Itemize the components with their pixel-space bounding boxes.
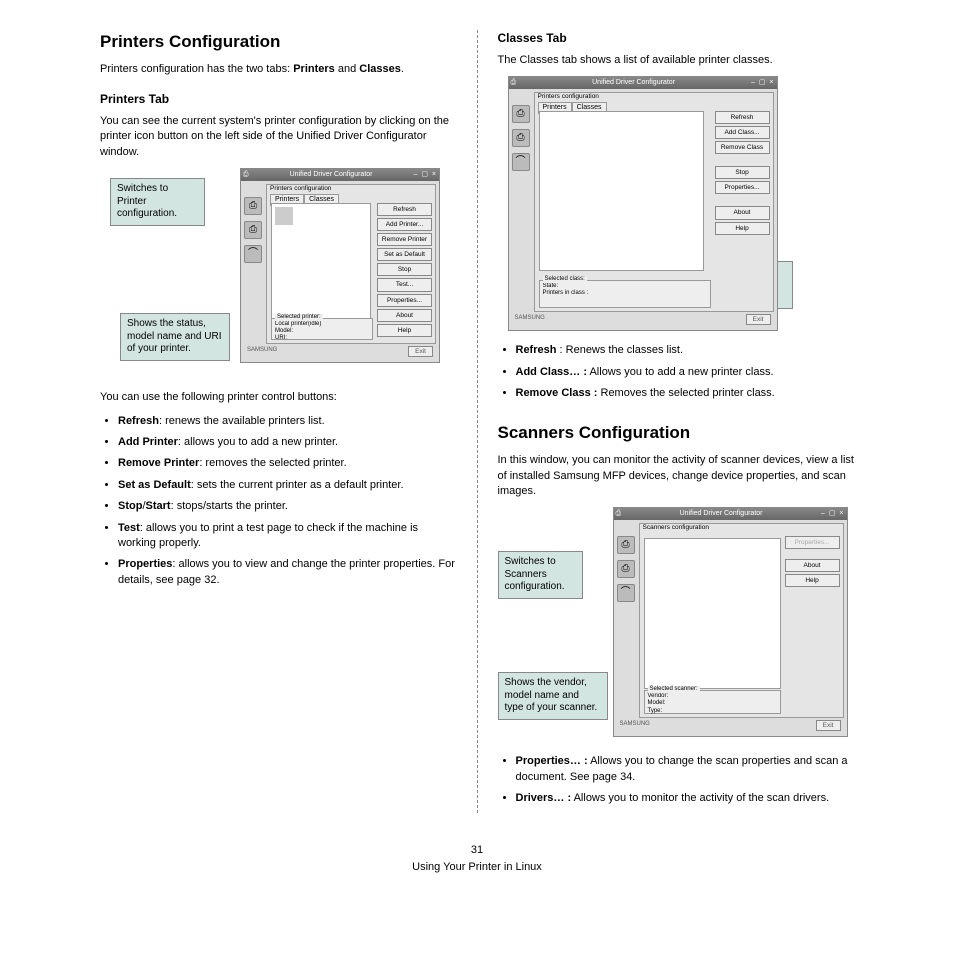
heading-scanners-config: Scanners Configuration — [498, 421, 855, 445]
appicon: ⎙ — [616, 509, 622, 519]
printers-list[interactable] — [271, 203, 371, 323]
btn-set-default[interactable]: Set as Default — [377, 248, 432, 261]
btn-refresh[interactable]: Refresh — [715, 111, 770, 124]
figure-classes-tab: Shows all of the printer classes. Shows … — [498, 76, 855, 331]
scanners-desc: In this window, you can monitor the acti… — [498, 453, 855, 499]
window-controls[interactable]: – ▢ × — [821, 509, 844, 519]
list-item: Test: allows you to print a test page to… — [118, 521, 457, 552]
btn-stop[interactable]: Stop — [377, 263, 432, 276]
intro-para: Printers configuration has the two tabs:… — [100, 62, 457, 77]
scanners-controls-list: Properties… : Allows you to change the s… — [498, 754, 855, 806]
printer-icon[interactable]: ⎙ — [617, 536, 635, 554]
list-item: Properties: allows you to view and chang… — [118, 557, 457, 588]
page-number: 31 — [100, 843, 854, 858]
page-footer: 31 Using Your Printer in Linux — [100, 843, 854, 876]
appicon: ⎙ — [243, 170, 249, 180]
window-controls[interactable]: – ▢ × — [751, 78, 774, 88]
btn-help[interactable]: Help — [785, 574, 840, 587]
classes-icon[interactable]: ⎙ — [512, 129, 530, 147]
brand-logo: SAMSUNG — [247, 346, 277, 357]
btn-about[interactable]: About — [785, 559, 840, 572]
btn-exit[interactable]: Exit — [816, 720, 841, 731]
right-column: Classes Tab The Classes tab shows a list… — [498, 30, 855, 813]
btn-add-printer[interactable]: Add Printer... — [377, 218, 432, 231]
heading-classes-tab: Classes Tab — [498, 30, 855, 47]
title-text: Unified Driver Configurator — [290, 170, 373, 180]
printer-icon[interactable]: ⎙ — [512, 105, 530, 123]
title-text: Unified Driver Configurator — [592, 78, 675, 88]
figure-printers-tab: Switches to Printer configuration. Shows… — [100, 168, 457, 378]
btn-remove-printer[interactable]: Remove Printer — [377, 233, 432, 246]
printer-controls-intro: You can use the following printer contro… — [100, 390, 457, 405]
printers-tab-desc: You can see the current system's printer… — [100, 114, 457, 160]
list-item: Drivers… : Allows you to monitor the act… — [516, 791, 855, 806]
column-divider — [477, 30, 478, 813]
btn-exit[interactable]: Exit — [408, 346, 433, 357]
callout-switch-to-printer: Switches to Printer configuration. — [110, 178, 205, 226]
btn-properties[interactable]: Properties... — [785, 536, 840, 549]
heading-printers-config: Printers Configuration — [100, 30, 457, 54]
btn-remove-class[interactable]: Remove Class — [715, 141, 770, 154]
selected-printer-box: Selected printer: Local printer(idle) Mo… — [271, 318, 373, 340]
list-item: Add Printer: allows you to add a new pri… — [118, 435, 457, 450]
title-text: Unified Driver Configurator — [680, 509, 763, 519]
classes-icon[interactable]: ⎙ — [617, 560, 635, 578]
classes-icon[interactable]: ⎙ — [244, 221, 262, 239]
app-window-classes: ⎙ Unified Driver Configurator – ▢ × ⎙ ⎙ … — [508, 76, 778, 331]
chapter-name: Using Your Printer in Linux — [100, 860, 854, 875]
btn-exit[interactable]: Exit — [746, 314, 771, 325]
btn-test[interactable]: Test... — [377, 278, 432, 291]
figure-scanners: Switches to Scanners configuration. Show… — [498, 507, 855, 742]
window-controls[interactable]: – ▢ × — [414, 170, 437, 180]
group-label: Printers configuration — [270, 184, 331, 193]
titlebar: ⎙ Unified Driver Configurator – ▢ × — [614, 508, 847, 520]
appicon: ⎙ — [511, 78, 517, 88]
list-item: Refresh: renews the available printers l… — [118, 414, 457, 429]
btn-help[interactable]: Help — [377, 324, 432, 337]
printer-icon[interactable]: ⎙ — [244, 197, 262, 215]
left-column: Printers Configuration Printers configur… — [100, 30, 457, 813]
callout-status-model-uri: Shows the status, model name and URI of … — [120, 313, 230, 361]
classes-tab-desc: The Classes tab shows a list of availabl… — [498, 53, 855, 68]
selected-scanner-box: Selected scanner: Vendor: Model: Type: — [644, 690, 781, 714]
classes-controls-list: Refresh : Renews the classes list. Add C… — [498, 343, 855, 401]
btn-help[interactable]: Help — [715, 222, 770, 235]
btn-properties[interactable]: Properties... — [715, 181, 770, 194]
brand-logo: SAMSUNG — [620, 720, 650, 731]
callout-scanner-details: Shows the vendor, model name and type of… — [498, 672, 608, 720]
list-item: Refresh : Renews the classes list. — [516, 343, 855, 358]
btn-add-class[interactable]: Add Class... — [715, 126, 770, 139]
list-item: Remove Class : Removes the selected prin… — [516, 386, 855, 401]
list-item: Properties… : Allows you to change the s… — [516, 754, 855, 785]
group-label: Printers configuration — [538, 92, 599, 101]
app-window-scanners: ⎙ Unified Driver Configurator – ▢ × ⎙ ⎙ … — [613, 507, 848, 737]
heading-printers-tab: Printers Tab — [100, 91, 457, 108]
classes-list[interactable] — [539, 111, 704, 271]
titlebar: ⎙ Unified Driver Configurator – ▢ × — [509, 77, 777, 89]
app-window-printers: ⎙ Unified Driver Configurator – ▢ × ⎙ ⎙ … — [240, 168, 440, 363]
list-item: Stop/Start: stops/starts the printer. — [118, 499, 457, 514]
list-item: Set as Default: sets the current printer… — [118, 478, 457, 493]
list-item: Add Class… : Allows you to add a new pri… — [516, 365, 855, 380]
scanners-list[interactable] — [644, 538, 781, 689]
titlebar: ⎙ Unified Driver Configurator – ▢ × — [241, 169, 439, 181]
printer-controls-list: Refresh: renews the available printers l… — [100, 414, 457, 589]
scanner-icon[interactable]: ⌒ — [512, 153, 530, 171]
btn-stop[interactable]: Stop — [715, 166, 770, 179]
scanner-icon[interactable]: ⌒ — [244, 245, 262, 263]
printer-item-icon — [275, 207, 293, 225]
group-label: Scanners configuration — [643, 523, 710, 532]
selected-class-box: Selected class: State: Printers in class… — [539, 280, 711, 308]
btn-properties[interactable]: Properties... — [377, 294, 432, 307]
callout-switch-to-scanners: Switches to Scanners configuration. — [498, 551, 583, 599]
btn-about[interactable]: About — [377, 309, 432, 322]
list-item: Remove Printer: removes the selected pri… — [118, 456, 457, 471]
btn-about[interactable]: About — [715, 206, 770, 219]
brand-logo: SAMSUNG — [515, 314, 545, 325]
btn-refresh[interactable]: Refresh — [377, 203, 432, 216]
scanner-icon[interactable]: ⌒ — [617, 584, 635, 602]
